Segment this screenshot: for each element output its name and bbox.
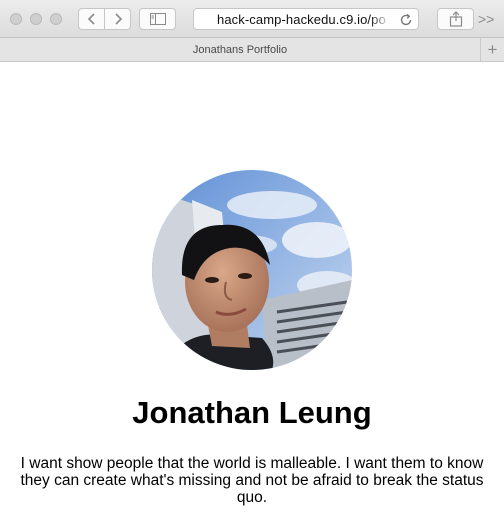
share-button[interactable] <box>437 8 474 30</box>
plus-icon: + <box>487 39 498 59</box>
tab-bar: Jonathans Portfolio + <box>0 38 504 62</box>
history-nav-group <box>78 8 131 30</box>
profile-bio: I want show people that the world is mal… <box>20 455 484 506</box>
back-button[interactable] <box>79 9 104 29</box>
new-tab-button[interactable]: + <box>480 38 504 61</box>
browser-toolbar: hack-camp-hackedu.c9.io/po >> <box>0 0 504 38</box>
window-minimize-button[interactable] <box>30 13 42 25</box>
address-fade <box>370 10 394 28</box>
share-icon <box>449 11 462 27</box>
tab-title: Jonathans Portfolio <box>192 43 288 56</box>
window-close-button[interactable] <box>10 13 22 25</box>
sidebar-button[interactable] <box>139 8 176 30</box>
profile-name: Jonathan Leung <box>132 395 372 430</box>
profile-photo-image <box>152 170 352 370</box>
chevron-left-icon <box>87 13 95 25</box>
tab-active[interactable]: Jonathans Portfolio <box>0 38 480 61</box>
page-content: Jonathan Leung I want show people that t… <box>0 62 504 527</box>
profile-photo <box>152 170 352 370</box>
chevron-right-icon <box>114 13 122 25</box>
overflow-chevrons-icon[interactable]: >> <box>478 11 494 27</box>
window-zoom-button[interactable] <box>50 13 62 25</box>
address-url[interactable]: hack-camp-hackedu.c9.io/po <box>217 12 391 27</box>
reload-icon[interactable] <box>398 12 414 28</box>
address-bar[interactable]: hack-camp-hackedu.c9.io/po <box>193 8 419 30</box>
forward-button[interactable] <box>105 9 130 29</box>
sidebar-icon <box>149 13 166 25</box>
